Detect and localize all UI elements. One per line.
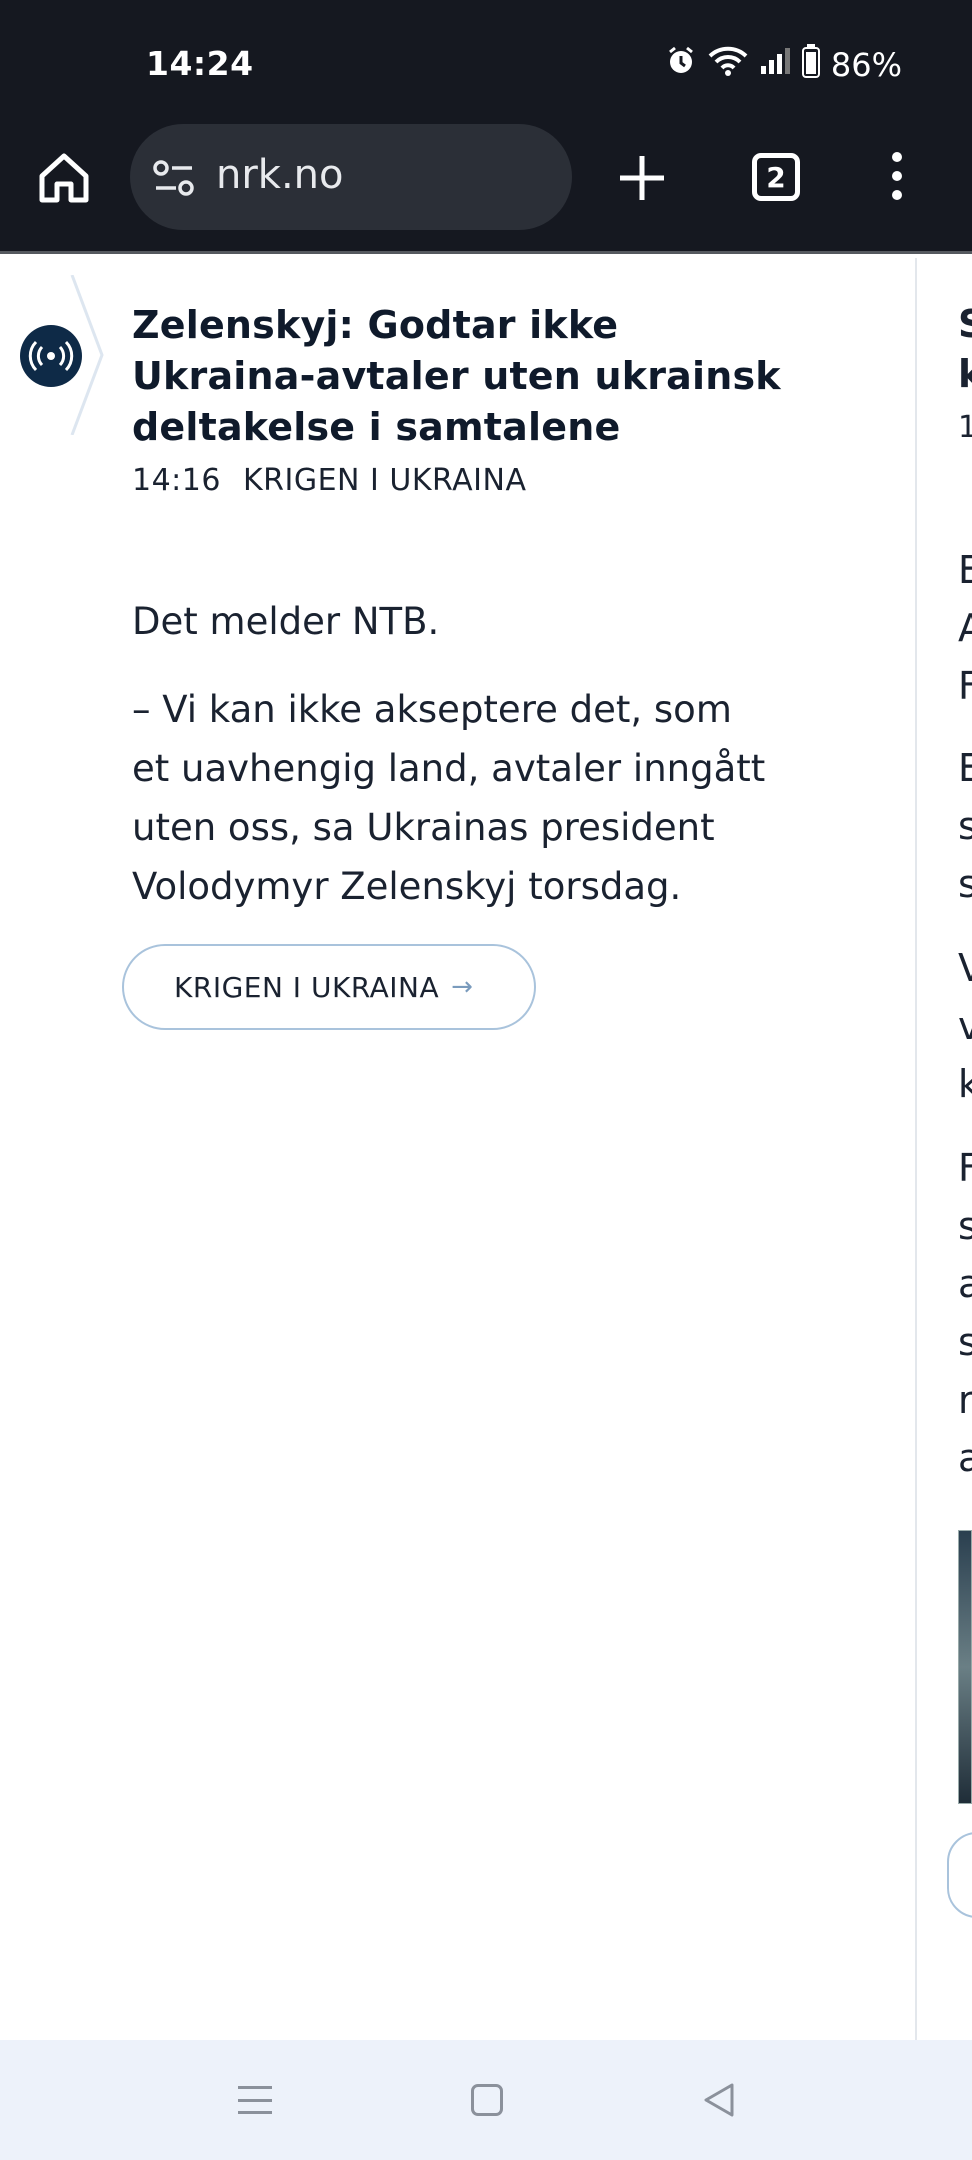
next-entry-letter: s xyxy=(958,1320,972,1364)
next-entry-time: 1 xyxy=(958,410,972,445)
entry-time: 14:16 xyxy=(132,463,221,498)
next-entry-image[interactable] xyxy=(958,1530,972,1804)
signal-icon xyxy=(759,46,791,84)
next-entry-topic-button[interactable] xyxy=(947,1832,972,1918)
entry-meta: 14:16 KRIGEN I UKRAINA xyxy=(132,463,792,498)
entry-paragraph-1: Det melder NTB. xyxy=(132,600,440,643)
next-entry-letter: s xyxy=(958,804,972,848)
next-entry-letter: a xyxy=(958,1262,972,1306)
recent-apps-icon[interactable] xyxy=(238,2086,272,2114)
home-nav-icon[interactable] xyxy=(471,2084,503,2116)
column-divider xyxy=(915,258,917,2040)
wifi-icon xyxy=(707,45,749,85)
next-entry-letter: E xyxy=(958,746,972,790)
home-icon xyxy=(39,153,89,203)
back-icon[interactable] xyxy=(702,2082,736,2118)
arrow-right-icon: → xyxy=(451,972,474,1002)
home-button[interactable] xyxy=(36,150,92,206)
new-tab-button[interactable] xyxy=(614,150,670,206)
topic-button[interactable]: KRIGEN I UKRAINA → xyxy=(122,944,536,1030)
tabs-icon[interactable]: 2 xyxy=(752,153,800,201)
more-menu-icon[interactable] xyxy=(882,146,912,206)
next-entry-letter: E xyxy=(958,548,972,592)
next-entry-letter: F xyxy=(958,664,972,708)
next-entry-letter: r xyxy=(958,1378,972,1422)
next-entry-letter: a xyxy=(958,1436,972,1480)
status-time: 14:24 xyxy=(146,44,254,83)
battery-icon xyxy=(801,44,821,86)
live-broadcast-icon xyxy=(20,325,82,387)
topic-button-label: KRIGEN I UKRAINA xyxy=(174,970,440,1004)
status-icons: 86% xyxy=(665,44,902,86)
next-entry-headline-line-2[interactable]: k xyxy=(958,352,972,396)
next-entry-letter: s xyxy=(958,1204,972,1248)
battery-percent: 86% xyxy=(830,46,902,84)
system-nav-bar xyxy=(0,2040,972,2160)
url-text[interactable]: nrk.no xyxy=(216,152,344,198)
next-entry-letter: k xyxy=(958,1062,972,1106)
entry-headline[interactable]: Zelenskyj: Godtar ikke Ukraina-avtaler u… xyxy=(132,300,792,453)
new-tab-icon xyxy=(620,156,664,200)
browser-toolbar: nrk.no 2 xyxy=(0,120,972,254)
entry-paragraph-2: – Vi kan ikke akseptere det, som et uavh… xyxy=(132,688,766,908)
next-entry-letter: A xyxy=(958,606,972,650)
entry-category: KRIGEN I UKRAINA xyxy=(242,463,527,498)
next-entry-letter: s xyxy=(958,862,972,906)
url-bar[interactable]: nrk.no xyxy=(130,124,572,230)
alarm-icon xyxy=(665,45,697,85)
status-bar: 14:24 86% xyxy=(0,0,972,120)
live-entry: Zelenskyj: Godtar ikke Ukraina-avtaler u… xyxy=(132,300,792,498)
next-entry-letter: V xyxy=(958,946,972,990)
site-settings-icon[interactable] xyxy=(152,158,196,198)
next-entry-letter: F xyxy=(958,1146,972,1190)
next-entry-letter: v xyxy=(958,1004,972,1048)
next-entry-headline-line-1[interactable]: S xyxy=(958,302,972,346)
